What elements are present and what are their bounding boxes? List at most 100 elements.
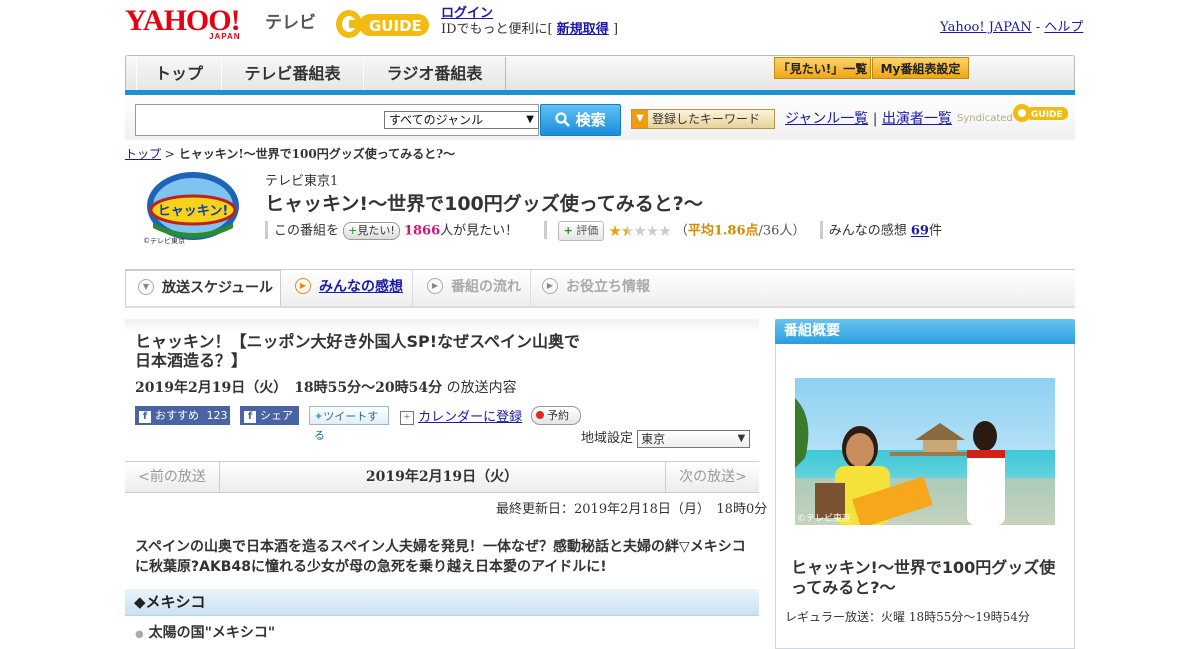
facebook-recommend-button[interactable]: f おすすめ 123 [135, 406, 230, 425]
program-stats: この番組を +見たい! 1866人が見たい！ + 評価 ★★★★★ （平均1.8… [265, 220, 942, 242]
login-tagline-suffix: ] [612, 22, 619, 37]
star-empty-icon: ★ [645, 222, 659, 240]
region-label: 地域設定 [581, 431, 634, 446]
login-tagline-prefix: IDでもっと便利に[ [441, 22, 553, 37]
nav-tab-top[interactable]: トップ [136, 57, 222, 91]
separator-bar [544, 221, 548, 239]
sidebar-header: 番組概要 [775, 319, 1075, 344]
nav-tab-tv[interactable]: テレビ番組表 [221, 57, 364, 91]
login-link[interactable]: ログイン [441, 6, 493, 21]
star-empty-icon: ★ [658, 222, 671, 240]
gguide-small-logo-icon: GUIDE [1013, 104, 1068, 122]
avg-score: 平均1.86点 [687, 223, 759, 239]
reserve-button[interactable]: 予約 [531, 406, 581, 425]
rating-button[interactable]: + 評価 [557, 221, 605, 241]
svg-text:GUIDE: GUIDE [1031, 110, 1063, 120]
episode-datetime: 2019年2月19日（火） 18時55分～20時54分 の放送内容 [135, 377, 517, 397]
program-logo: ヒャッキン! ©テレビ東京 [143, 168, 243, 248]
avg-open: （ [674, 223, 688, 239]
my-program-button[interactable]: My番組表設定 [872, 57, 969, 79]
help-link[interactable]: ヘルプ [1044, 20, 1083, 35]
region-select[interactable]: 東京 ▼ [637, 429, 751, 448]
performer-list-link[interactable]: 出演者一覧 [882, 111, 952, 127]
yahoo-japan-link[interactable]: Yahoo! JAPAN [940, 20, 1032, 35]
calendar-link[interactable]: カレンダーに登録 [418, 410, 522, 425]
tab-info-label: お役立ち情報 [566, 279, 650, 295]
prev-broadcast[interactable]: <前の放送 [125, 462, 220, 492]
photo-caption: ©テレビ東京 [797, 514, 852, 524]
separator-bar [265, 221, 268, 239]
content-tabs: ▼ 放送スケジュール ▶ みんなの感想 ▶ 番組の流れ ▶ お役立ち情報 [125, 269, 1075, 308]
syndicated-label: Syndicated [957, 113, 1013, 124]
this-program-label: この番組を [274, 223, 340, 239]
impressions-count-link[interactable]: 69 [911, 224, 929, 239]
tweet-button[interactable]: ✦ツイートする [309, 406, 389, 442]
main-nav: トップ テレビ番組表 ラジオ番組表 「見たい!」一覧 My番組表設定 [125, 55, 1075, 91]
impressions-suffix: 件 [928, 223, 942, 239]
yahoo-logo-text: YAHOO! [125, 4, 241, 37]
breadcrumb-arrow: > [164, 147, 175, 161]
dropdown-arrow-icon: ▼ [526, 114, 534, 125]
avg-count: /36人） [758, 223, 806, 239]
register-link[interactable]: 新規取得 [557, 22, 609, 37]
current-broadcast-date: 2019年2月19日（火） [365, 469, 519, 485]
rating-button-label: 評価 [576, 224, 599, 237]
nav-tab-radio[interactable]: ラジオ番組表 [363, 57, 506, 91]
gguide-logo[interactable]: GUIDE [335, 6, 435, 42]
login-box: ログイン IDでもっと便利に[ 新規取得 ] [441, 6, 618, 38]
twitter-bird-icon: ✦ [314, 410, 324, 423]
tab-schedule[interactable]: ▼ 放送スケジュール [125, 270, 281, 306]
facebook-share-button[interactable]: f シェア [240, 406, 299, 425]
tv-label: テレビ [265, 13, 316, 33]
genre-selected: すべてのジャンル [389, 113, 484, 127]
sidebar-program-title: ヒャッキン!～世界で100円グッズ使ってみると?～ [791, 558, 1056, 597]
genre-list-link[interactable]: ジャンル一覧 [785, 111, 868, 127]
triangle-down-icon: ▼ [138, 278, 154, 295]
search-icon [555, 112, 571, 127]
separator-bar [819, 221, 823, 239]
syndicated-gguide: Syndicated GUIDE [957, 104, 1068, 124]
program-photo: ©テレビ東京 [795, 378, 1055, 525]
yahoo-japan-logo[interactable]: YAHOO! JAPAN [125, 6, 265, 42]
mitai-button[interactable]: +見たい! [343, 222, 400, 240]
yahoo-logo-sub: JAPAN [209, 32, 241, 41]
last-updated: 最終更新日：2019年2月18日（月） 18時0分 [496, 502, 768, 517]
tab-flow: ▶ 番組の流れ [414, 270, 531, 306]
dropdown-arrow-icon: ▼ [737, 432, 746, 444]
facebook-icon: f [139, 411, 151, 423]
region-value: 東京 [641, 431, 666, 446]
breadcrumb-top-link[interactable]: トップ [125, 147, 161, 161]
next-broadcast[interactable]: 次の放送> [665, 462, 760, 492]
episode-description: スペインの山奥で日本酒を造るスペイン人夫婦を発見！一体なぜ？感動秘話と夫婦の絆▽… [135, 539, 746, 575]
section-item-label: 太陽の国"メキシコ" [148, 625, 276, 641]
broadcast-pager: <前の放送 2019年2月19日（火） 次の放送> [125, 461, 759, 493]
header-links: Yahoo! JAPAN - ヘルプ [940, 16, 1083, 35]
triangle-right-icon: ▶ [542, 277, 558, 294]
plus-icon: + [348, 224, 358, 237]
section-item: ● 太陽の国"メキシコ" [135, 622, 275, 642]
keyword-button[interactable]: ▼ 登録したキーワード [631, 109, 775, 129]
plus-icon: + [563, 224, 573, 237]
star-full-icon: ★ [608, 222, 621, 240]
tab-impressions-label: みんなの感想 [319, 279, 403, 295]
search-button[interactable]: 検索 [540, 104, 621, 136]
rating-stars: ★★★★★ [608, 222, 671, 240]
program-photo-image [795, 378, 1055, 525]
triangle-right-icon: ▶ [427, 277, 443, 294]
bullet-icon: ● [135, 629, 144, 640]
genre-select[interactable]: すべてのジャンル ▼ [384, 111, 539, 129]
tab-flow-label: 番組の流れ [451, 279, 521, 295]
fb-recommend-count: 123 [206, 409, 228, 422]
program-logo-text: ヒャッキン! [158, 204, 229, 219]
tab-impressions[interactable]: ▶ みんなの感想 [282, 270, 413, 306]
fb-share-label: シェア [260, 409, 293, 422]
calendar-register[interactable]: + カレンダーに登録 [400, 406, 522, 425]
header-separator: - [1035, 20, 1041, 35]
facebook-icon: f [244, 411, 256, 423]
links-divider: | [872, 111, 878, 127]
mitai-button-label: 見たい! [357, 224, 395, 237]
keyword-button-label: 登録したキーワード [652, 112, 761, 126]
breadcrumb-current: ヒャッキン!～世界で100円グッズ使ってみると?～ [178, 147, 456, 161]
mitai-list-button[interactable]: 「見たい!」一覧 [774, 57, 871, 79]
tab-info: ▶ お役立ち情報 [532, 270, 672, 306]
